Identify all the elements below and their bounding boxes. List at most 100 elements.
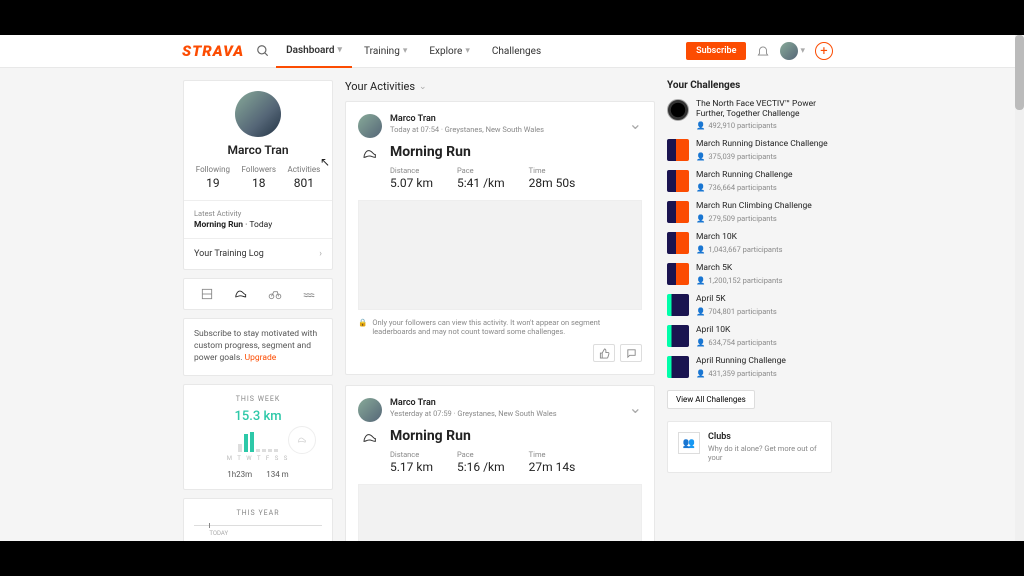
stat-followers[interactable]: Followers18 — [242, 165, 276, 190]
challenge-item[interactable]: March Run Climbing Challenge 👤279,509 pa… — [667, 201, 832, 223]
search-icon[interactable] — [256, 44, 270, 58]
metric-distance: Distance5.17 km — [390, 450, 433, 474]
challenge-badge — [667, 139, 689, 161]
chevron-down-icon[interactable]: ⌄ — [629, 114, 642, 138]
chevron-down-icon[interactable]: ⌄ — [629, 398, 642, 422]
nav-training-label: Training — [364, 46, 400, 57]
activity-author[interactable]: Marco Tran — [390, 398, 621, 408]
metric-pace: Pace5:41 /km — [457, 166, 505, 190]
challenge-badge — [667, 232, 689, 254]
stat-following[interactable]: Following19 — [196, 165, 230, 190]
week-elev: 134 m — [266, 470, 289, 479]
activity-title[interactable]: Morning Run — [390, 144, 642, 160]
privacy-note-text: Only your followers can view this activi… — [372, 318, 642, 336]
latest-activity[interactable]: Latest Activity Morning Run · Today — [184, 200, 332, 238]
challenge-name: The North Face VECTIV™ Power Further, To… — [696, 99, 832, 119]
feed-heading-label: Your Activities — [345, 80, 415, 93]
latest-activity-value: Morning Run · Today — [194, 220, 322, 230]
people-icon: 👤 — [696, 245, 705, 254]
stat-value: 19 — [196, 176, 230, 190]
activity-map[interactable] — [358, 200, 642, 310]
challenge-item[interactable]: March 10K 👤1,043,667 participants — [667, 232, 832, 254]
privacy-note: 🔒 Only your followers can view this acti… — [358, 318, 642, 336]
bar — [250, 432, 254, 452]
nav-challenges[interactable]: Challenges — [482, 35, 551, 68]
people-icon: 👤 — [696, 276, 705, 285]
tab-run-icon[interactable] — [233, 287, 249, 301]
bar — [262, 449, 266, 452]
upload-button[interactable]: + — [815, 42, 833, 60]
stat-label: Activities — [287, 165, 320, 174]
notifications-icon[interactable] — [756, 44, 770, 58]
challenge-participants: 👤736,664 participants — [696, 183, 832, 192]
week-time: 1h23m — [227, 470, 252, 479]
activity-map[interactable] — [358, 484, 642, 541]
comment-button[interactable] — [620, 344, 642, 362]
activity-card: Marco Tran Yesterday at 07:59 · Greystan… — [345, 385, 655, 541]
challenge-item[interactable]: March 5K 👤1,200,152 participants — [667, 263, 832, 285]
challenge-item[interactable]: March Running Challenge 👤736,664 partici… — [667, 170, 832, 192]
view-all-challenges-button[interactable]: View All Challenges — [667, 390, 755, 409]
nav-dashboard[interactable]: Dashboard ▾ — [276, 35, 352, 68]
people-icon: 👤 — [696, 183, 705, 192]
top-header: STRAVA Dashboard▾ Training▾ Explore▾ Cha… — [0, 35, 1015, 68]
clubs-sub: Why do it alone? Get more out of your — [708, 444, 821, 462]
subscribe-button[interactable]: Subscribe — [686, 42, 746, 60]
clubs-card: 👥 Clubs Why do it alone? Get more out of… — [667, 421, 832, 473]
challenge-name: March Run Climbing Challenge — [696, 201, 832, 211]
profile-stats: Following19 Followers18 Activities801 — [184, 165, 332, 200]
scrollbar[interactable] — [1015, 35, 1024, 541]
main-nav: Dashboard▾ Training▾ Explore▾ Challenges — [276, 35, 551, 68]
bar — [268, 449, 272, 452]
tab-swim-icon[interactable] — [301, 287, 317, 301]
chevron-down-icon: ▾ — [403, 46, 408, 56]
activity-card: Marco Tran Today at 07:54 · Greystanes, … — [345, 101, 655, 375]
challenge-participants: 👤1,200,152 participants — [696, 276, 832, 285]
nav-dashboard-label: Dashboard — [286, 45, 334, 56]
challenge-item[interactable]: April 5K 👤704,801 participants — [667, 294, 832, 316]
challenge-item[interactable]: April Running Challenge 👤431,359 partici… — [667, 356, 832, 378]
scrollbar-thumb[interactable] — [1015, 35, 1024, 110]
profile-name[interactable]: Marco Tran — [184, 143, 332, 157]
avatar[interactable] — [235, 91, 281, 137]
challenge-item[interactable]: The North Face VECTIV™ Power Further, To… — [667, 99, 832, 130]
tab-ride-icon[interactable] — [267, 287, 283, 301]
week-summary: 1h23m 134 m — [194, 470, 322, 479]
tab-all-icon[interactable] — [199, 287, 215, 301]
upgrade-promo: Subscribe to stay motivated with custom … — [183, 318, 333, 376]
metric-time: Time28m 50s — [529, 166, 576, 190]
challenge-item[interactable]: April 10K 👤634,754 participants — [667, 325, 832, 347]
activity-title[interactable]: Morning Run — [390, 428, 642, 444]
challenge-participants: 👤431,359 participants — [696, 369, 832, 378]
feed-heading[interactable]: Your Activities ⌄ — [345, 80, 655, 93]
challenge-item[interactable]: March Running Distance Challenge 👤375,03… — [667, 139, 832, 161]
lock-icon: 🔒 — [358, 318, 367, 336]
bar — [256, 449, 260, 452]
kudos-button[interactable] — [593, 344, 615, 362]
chevron-down-icon: ▾ — [338, 45, 343, 55]
user-menu[interactable]: ▾ — [780, 42, 805, 60]
training-log-link[interactable]: Your Training Log › — [184, 238, 332, 269]
challenge-participants: 👤492,910 participants — [696, 121, 832, 130]
training-log-label: Your Training Log — [194, 249, 264, 259]
metric-distance: Distance5.07 km — [390, 166, 433, 190]
avatar[interactable] — [358, 114, 382, 138]
sport-tabs — [183, 278, 333, 310]
challenge-name: March 10K — [696, 232, 832, 242]
week-bars — [238, 432, 278, 452]
people-icon: 👤 — [696, 369, 705, 378]
activity-author[interactable]: Marco Tran — [390, 114, 621, 124]
people-icon: 👤 — [696, 121, 705, 130]
nav-explore[interactable]: Explore▾ — [419, 35, 480, 68]
strava-logo[interactable]: STRAVA — [182, 42, 244, 60]
upgrade-link[interactable]: Upgrade — [245, 353, 277, 363]
nav-training[interactable]: Training▾ — [354, 35, 417, 68]
week-label: THIS WEEK — [194, 395, 322, 403]
chevron-down-icon: ▾ — [800, 46, 805, 56]
avatar[interactable] — [358, 398, 382, 422]
challenge-badge — [667, 325, 689, 347]
stat-activities[interactable]: Activities801 — [287, 165, 320, 190]
people-icon: 👤 — [696, 338, 705, 347]
this-week-card: THIS WEEK 15.3 km M T W T F S S — [183, 384, 333, 490]
challenge-name: March Running Challenge — [696, 170, 832, 180]
